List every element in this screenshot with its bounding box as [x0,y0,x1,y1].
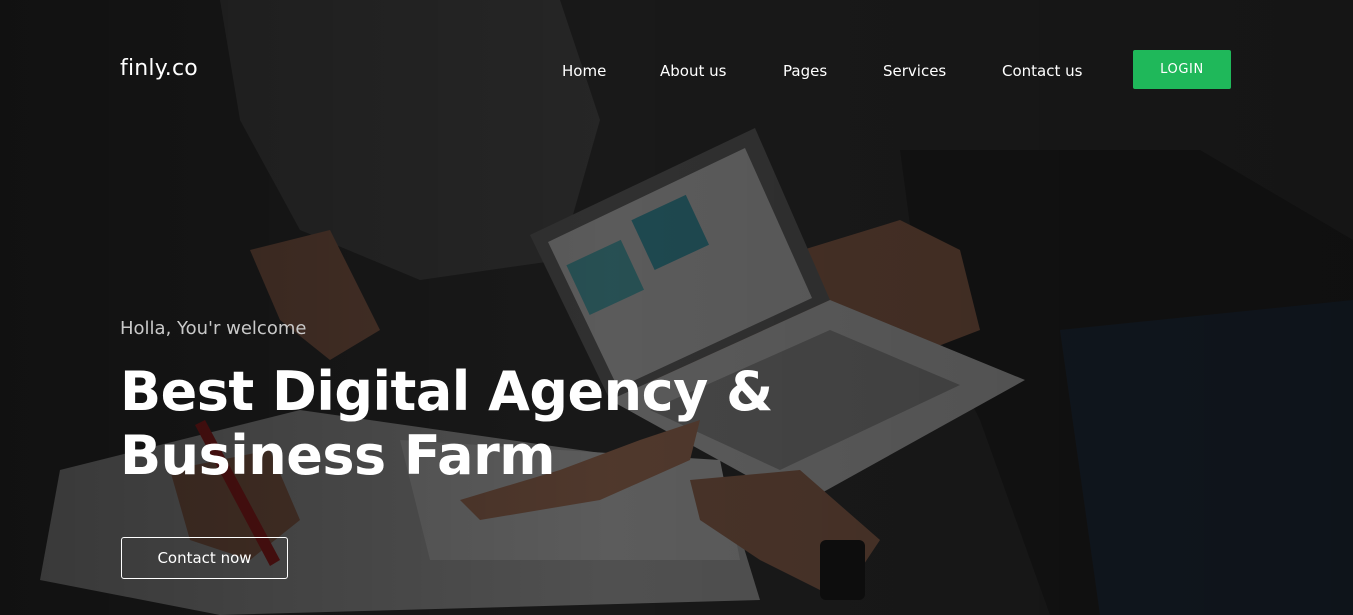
background-dark-overlay [0,0,1353,615]
nav-item-contact-us[interactable]: Contact us [1002,62,1082,80]
nav-item-home[interactable]: Home [562,62,606,80]
hero-headline-line-2: Business Farm [120,424,555,487]
hero-headline-line-1: Best Digital Agency & [120,360,773,423]
nav-item-about-us[interactable]: About us [660,62,726,80]
login-button[interactable]: LOGIN [1133,50,1231,89]
nav-item-services[interactable]: Services [883,62,946,80]
hero-section: finly.co Home About us Pages Services Co… [0,0,1353,615]
nav-item-pages[interactable]: Pages [783,62,827,80]
contact-now-button[interactable]: Contact now [121,537,288,579]
site-logo[interactable]: finly.co [120,56,198,81]
hero-eyebrow-text: Holla, You'r welcome [120,318,307,339]
hero-headline: Best Digital Agency & Business Farm [120,360,840,488]
